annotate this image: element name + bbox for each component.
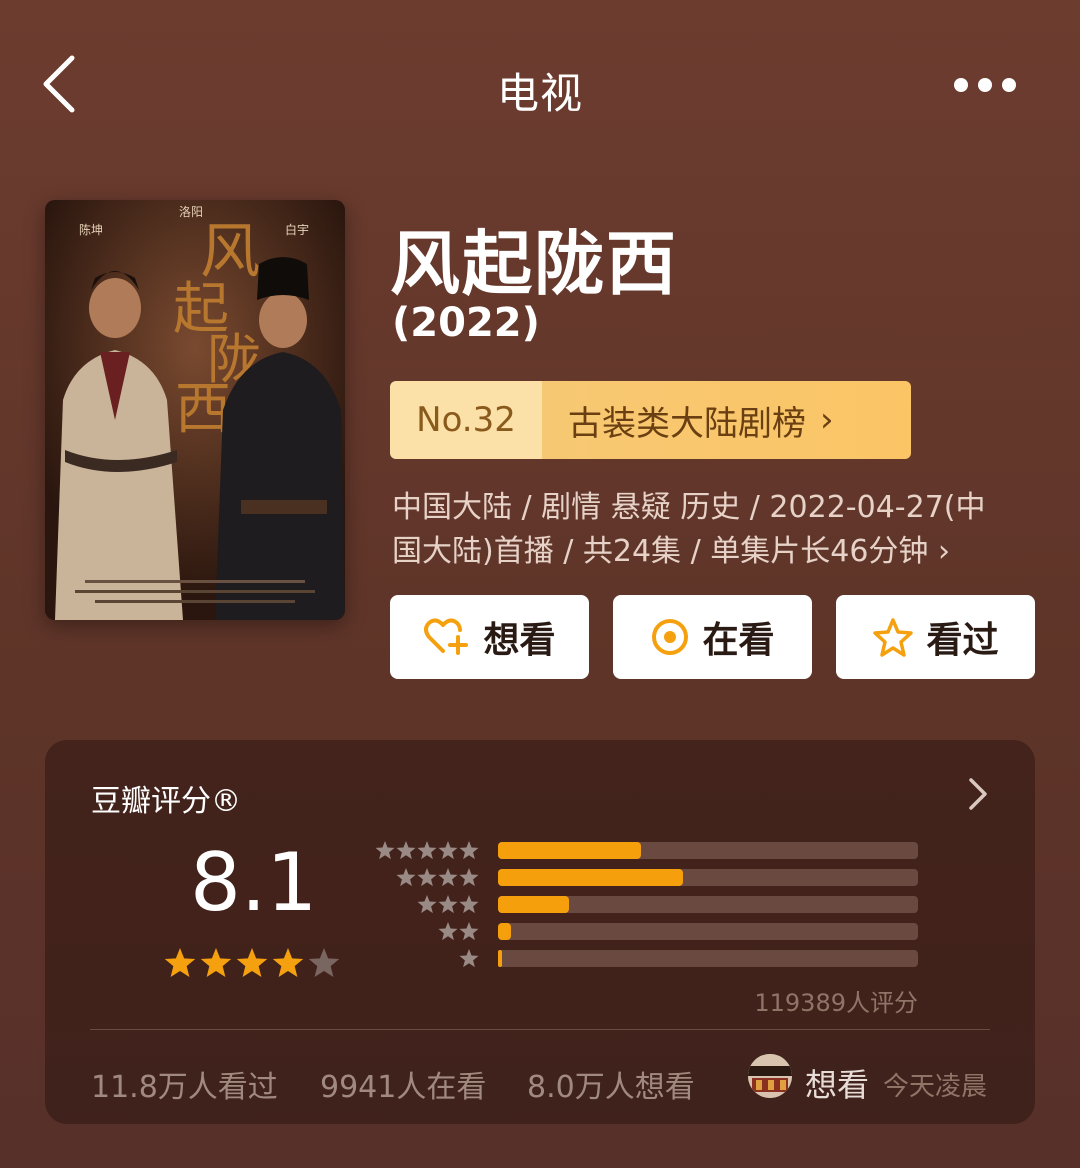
rating-row-stars: [375, 841, 479, 860]
target-circle-icon: [652, 619, 689, 655]
want-to-watch-label: 想看: [483, 620, 556, 661]
star-outline-icon: [873, 618, 914, 657]
meta-line-2: 国大陆)首播 / 共24集 / 单集片长46分钟 ›: [392, 534, 950, 569]
star-icon: [417, 868, 437, 887]
ranking-label-wrap: 古装类大陆剧榜 ›: [542, 381, 911, 459]
rating-title: 豆瓣评分®: [91, 784, 241, 819]
star-filled-icon: [272, 948, 304, 977]
star-icon: [396, 868, 416, 887]
ranking-badge[interactable]: No.32 古装类大陆剧榜 ›: [390, 381, 911, 459]
page-title: 电视: [496, 69, 583, 118]
star-icon: [438, 922, 458, 941]
chevron-right-icon: ›: [820, 400, 834, 440]
rating-bar-fill: [498, 869, 683, 886]
rating-total: 119389人评分: [754, 989, 918, 1017]
meta-line-1: 中国大陆 / 剧情 悬疑 历史 / 2022-04-27(中: [392, 490, 986, 525]
star-icon: [459, 949, 479, 968]
star-icon: [438, 841, 458, 860]
star-icon: [459, 895, 479, 914]
rating-bar-track: [498, 896, 918, 913]
star-empty-icon: [308, 948, 340, 977]
rating-bar-fill: [498, 923, 511, 940]
want-to-watch-button[interactable]: 想看: [390, 595, 589, 679]
top-bar: 电视: [0, 0, 1080, 175]
rating-bar-fill: [498, 896, 570, 913]
poster-city: 洛阳: [179, 204, 203, 219]
poster-actor-left: 陈坤: [79, 222, 103, 237]
ranking-label: 古装类大陆剧榜: [568, 403, 806, 444]
heart-plus-icon: [424, 618, 469, 655]
poster-actor-right: 白宇: [285, 222, 309, 237]
stat-want[interactable]: 8.0万人想看: [527, 1062, 695, 1106]
star-icon: [459, 922, 479, 941]
show-meta[interactable]: 中国大陆 / 剧情 悬疑 历史 / 2022-04-27(中 国大陆)首播 / …: [392, 486, 1032, 574]
star-icon: [438, 868, 458, 887]
rating-row-stars: [417, 895, 479, 914]
rating-bar-fill: [498, 950, 503, 967]
watched-label: 看过: [926, 620, 999, 661]
poster-image[interactable]: 风 起 陇 西 洛阳 陈坤 白宇: [45, 200, 345, 620]
show-year: (2022): [392, 300, 540, 346]
rating-bar-fill: [498, 842, 641, 859]
star-filled-icon: [200, 948, 232, 977]
friend-time: 今天凌晨: [883, 1072, 988, 1102]
friend-action: 想看: [805, 1066, 870, 1104]
star-icon: [459, 841, 479, 860]
divider: [90, 1029, 990, 1030]
star-icon: [396, 841, 416, 860]
ellipsis-icon[interactable]: [948, 70, 1022, 100]
ranking-number: No.32: [390, 381, 542, 459]
watching-label: 在看: [702, 620, 775, 661]
stat-watched[interactable]: 11.8万人看过: [91, 1062, 278, 1106]
chevron-right-icon[interactable]: [963, 776, 993, 812]
watched-button[interactable]: 看过: [836, 595, 1035, 679]
star-filled-icon: [236, 948, 268, 977]
rating-card: 豆瓣评分® 8.1 119389人评分 11.8万人看过 9941人在看 8.0…: [45, 740, 1035, 1124]
watching-button[interactable]: 在看: [613, 595, 812, 679]
avatar[interactable]: [748, 1054, 792, 1098]
rating-row-stars: [438, 922, 479, 941]
stat-watching[interactable]: 9941人在看: [320, 1062, 486, 1106]
rating-row-stars: [396, 868, 479, 887]
score-stars: [164, 948, 340, 977]
star-filled-icon: [164, 948, 196, 977]
rating-bar-track: [498, 950, 918, 967]
rating-bar-track: [498, 869, 918, 886]
show-title: 风起陇西: [390, 223, 678, 305]
star-icon: [375, 841, 395, 860]
rating-bar-track: [498, 923, 918, 940]
star-icon: [459, 868, 479, 887]
rating-bar-track: [498, 842, 918, 859]
star-icon: [417, 841, 437, 860]
rating-row-stars: [459, 949, 479, 968]
rating-score: 8.1: [190, 836, 318, 929]
star-icon: [438, 895, 458, 914]
star-icon: [417, 895, 437, 914]
